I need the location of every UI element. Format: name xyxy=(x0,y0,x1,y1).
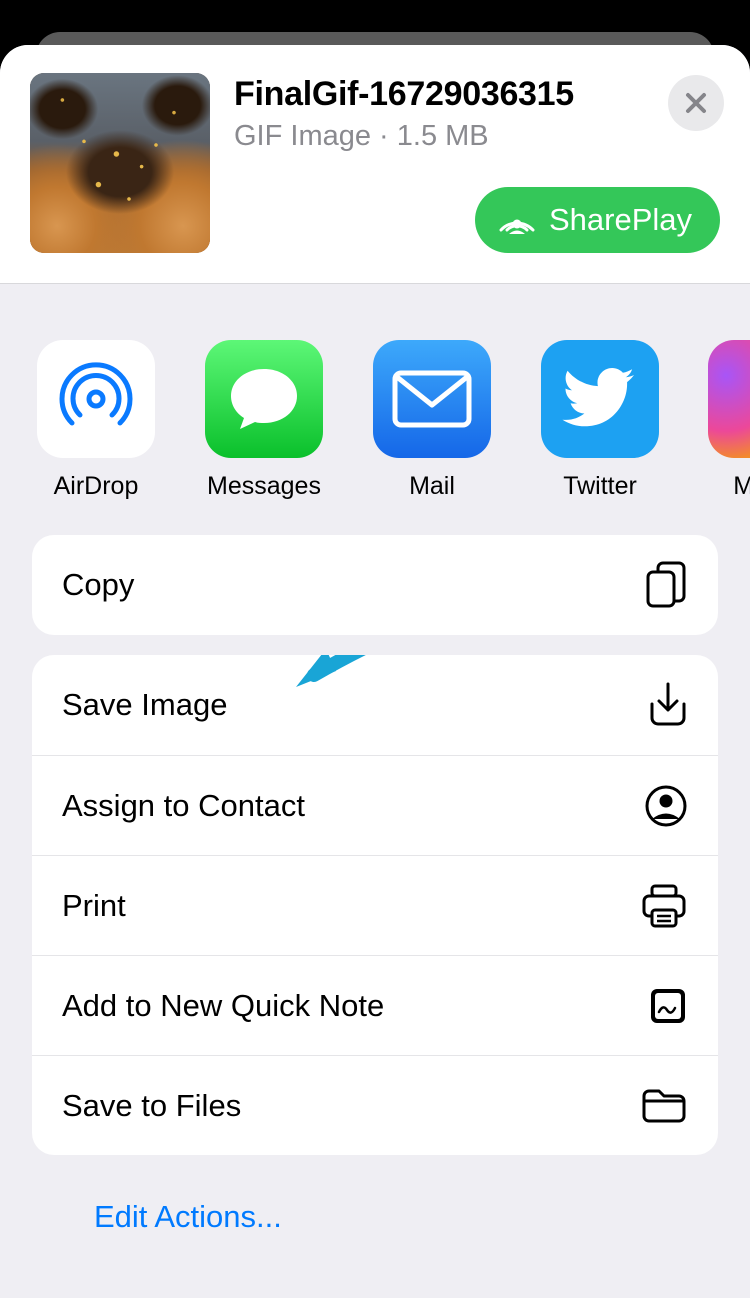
save-image-icon xyxy=(648,682,688,728)
action-group-2: Save Image Assign to Contact Print Add t… xyxy=(32,655,718,1155)
file-info: FinalGif-16729036315 GIF Image · 1.5 MB xyxy=(234,73,724,153)
app-messages[interactable]: Messages xyxy=(204,340,324,501)
file-thumbnail xyxy=(30,73,210,253)
quick-note-icon xyxy=(648,986,688,1026)
contact-icon xyxy=(644,784,688,828)
app-airdrop[interactable]: AirDrop xyxy=(36,340,156,501)
app-mail[interactable]: Mail xyxy=(372,340,492,501)
folder-icon xyxy=(640,1086,688,1126)
app-twitter[interactable]: Twitter xyxy=(540,340,660,501)
share-sheet: FinalGif-16729036315 GIF Image · 1.5 MB … xyxy=(0,45,750,1298)
twitter-icon xyxy=(541,340,659,458)
shareplay-label: SharePlay xyxy=(549,202,692,238)
actions-container: Copy Save Image Assign to Contact Print … xyxy=(0,535,750,1259)
action-save-files[interactable]: Save to Files xyxy=(32,1055,718,1155)
app-mail-label: Mail xyxy=(409,472,455,501)
edit-actions-link[interactable]: Edit Actions... xyxy=(32,1175,718,1259)
action-save-image[interactable]: Save Image xyxy=(32,655,718,755)
close-button[interactable] xyxy=(668,75,724,131)
file-type: GIF Image xyxy=(234,120,371,152)
file-name: FinalGif-16729036315 xyxy=(234,75,724,114)
action-copy-label: Copy xyxy=(62,567,134,603)
app-messenger-label: Me xyxy=(733,472,750,501)
print-icon xyxy=(640,883,688,929)
app-twitter-label: Twitter xyxy=(563,472,637,501)
app-airdrop-label: AirDrop xyxy=(54,472,139,501)
shareplay-icon xyxy=(497,204,537,236)
share-header: FinalGif-16729036315 GIF Image · 1.5 MB … xyxy=(0,45,750,283)
file-meta: GIF Image · 1.5 MB xyxy=(234,120,724,153)
action-print[interactable]: Print xyxy=(32,855,718,955)
action-assign-contact[interactable]: Assign to Contact xyxy=(32,755,718,855)
action-print-label: Print xyxy=(62,888,126,924)
app-messenger[interactable]: Me xyxy=(708,340,750,501)
action-quick-note-label: Add to New Quick Note xyxy=(62,988,384,1024)
action-save-files-label: Save to Files xyxy=(62,1088,241,1124)
action-assign-contact-label: Assign to Contact xyxy=(62,788,305,824)
messages-icon xyxy=(205,340,323,458)
annotation-arrow xyxy=(276,655,446,699)
close-icon xyxy=(684,91,708,115)
share-apps-row[interactable]: AirDrop Messages Mail Twitter Me xyxy=(0,284,750,535)
action-quick-note[interactable]: Add to New Quick Note xyxy=(32,955,718,1055)
action-copy[interactable]: Copy xyxy=(32,535,718,635)
file-size: 1.5 MB xyxy=(397,120,489,152)
mail-icon xyxy=(373,340,491,458)
airdrop-icon xyxy=(37,340,155,458)
action-group-1: Copy xyxy=(32,535,718,635)
messenger-icon xyxy=(708,340,750,458)
app-messages-label: Messages xyxy=(207,472,321,501)
copy-icon xyxy=(644,560,688,610)
action-save-image-label: Save Image xyxy=(62,687,227,723)
shareplay-button[interactable]: SharePlay xyxy=(475,187,720,253)
